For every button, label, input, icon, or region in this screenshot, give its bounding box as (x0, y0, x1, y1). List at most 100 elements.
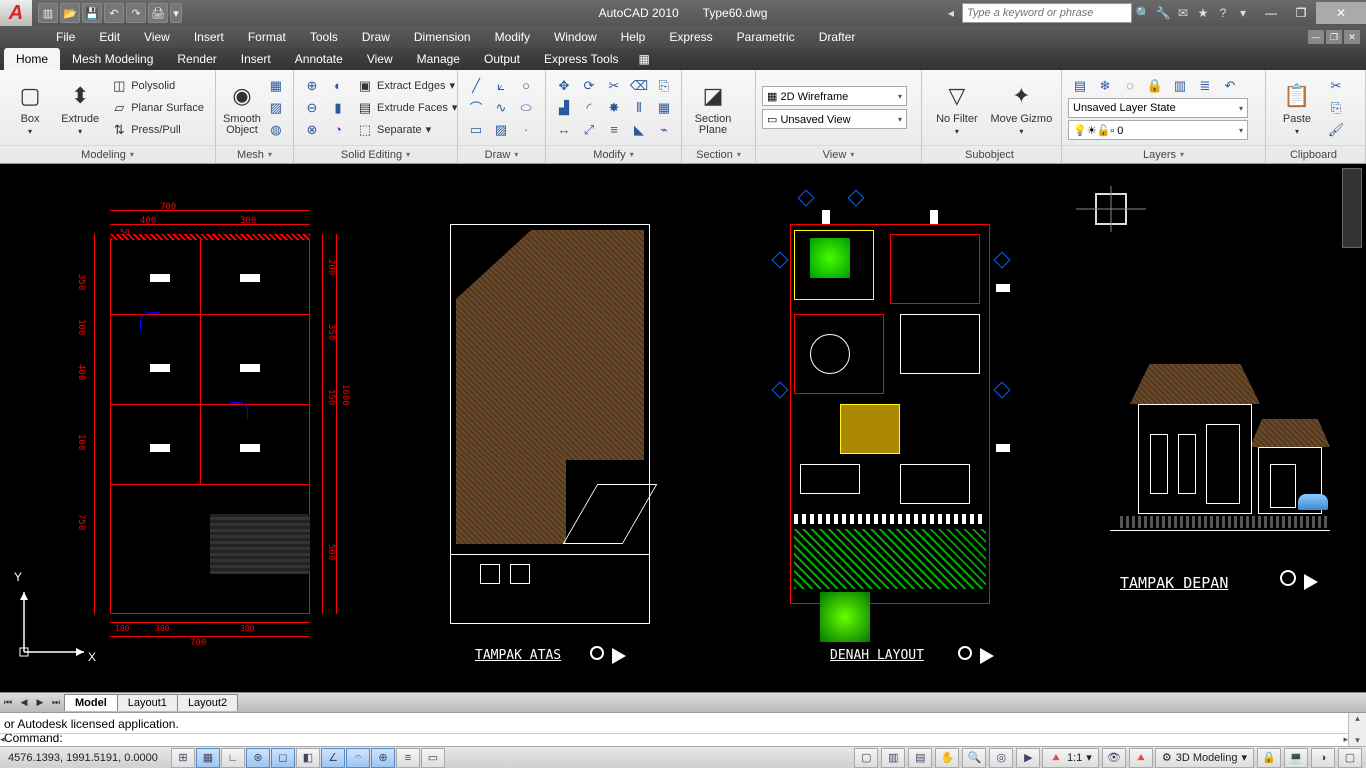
match-props-icon[interactable]: 🖌 (1324, 119, 1348, 140)
search-input[interactable] (962, 3, 1132, 23)
lwt-toggle[interactable]: ≡ (396, 748, 420, 768)
menu-draw[interactable]: Draw (350, 27, 402, 47)
zoom-icon[interactable]: 🔍 (962, 748, 986, 768)
menu-help[interactable]: Help (609, 27, 658, 47)
annotation-autoscale-icon[interactable]: 🔺 (1129, 748, 1153, 768)
menu-express[interactable]: Express (657, 27, 724, 47)
drawing-area[interactable]: 700 400 300 50 350 100 400 100 750 200 3… (0, 164, 1366, 692)
coordinates[interactable]: 4576.1393, 1991.5191, 0.0000 (0, 752, 170, 764)
infocenter-dropdown-icon[interactable]: ▾ (1234, 4, 1252, 22)
panel-clipboard[interactable]: Clipboard (1266, 145, 1365, 163)
menu-window[interactable]: Window (542, 27, 609, 47)
quick-view-drawings-icon[interactable]: ▤ (908, 748, 932, 768)
align-icon[interactable]: ≡ (602, 119, 626, 140)
separate-button[interactable]: ⬚Separate ▾ (352, 119, 462, 140)
box-button[interactable]: ▢Box▾ (6, 75, 54, 141)
union-icon[interactable]: ⊕ (300, 75, 324, 96)
toolbar-lock-icon[interactable]: 🔒 (1257, 748, 1281, 768)
clean-screen-icon[interactable]: ▢ (1338, 748, 1362, 768)
pan-icon[interactable]: ✋ (935, 748, 959, 768)
qat-undo-icon[interactable]: ↶ (104, 3, 124, 23)
break-icon[interactable]: ⌁ (652, 119, 676, 140)
showmotion-icon[interactable]: ▶ (1016, 748, 1040, 768)
tab-home[interactable]: Home (4, 48, 60, 70)
point-icon[interactable]: · (514, 119, 538, 140)
arc-icon[interactable]: ⌒ (464, 97, 488, 118)
thicken-icon[interactable]: ▮ (326, 97, 350, 118)
favorites-icon[interactable]: ★ (1194, 4, 1212, 22)
qat-redo-icon[interactable]: ↷ (126, 3, 146, 23)
mesh-more-icon[interactable]: ▦ (264, 75, 288, 96)
ortho-toggle[interactable]: ∟ (221, 748, 245, 768)
mesh-refine-icon[interactable]: ◍ (264, 119, 288, 140)
planar-surface-button[interactable]: ▱Planar Surface (106, 97, 209, 118)
panel-draw[interactable]: Draw (458, 145, 545, 163)
menu-tools[interactable]: Tools (298, 27, 350, 47)
subtract-icon[interactable]: ⊖ (300, 97, 324, 118)
explode-icon[interactable]: ✸ (602, 97, 626, 118)
layer-iso-icon[interactable]: ▥ (1168, 75, 1192, 96)
doc-minimize-button[interactable]: — (1308, 30, 1324, 44)
array-icon[interactable]: ▦ (652, 97, 676, 118)
qat-new-icon[interactable]: ▥ (38, 3, 58, 23)
menu-format[interactable]: Format (236, 27, 298, 47)
scale-icon[interactable]: ⤢ (577, 119, 601, 140)
visual-style-combo[interactable]: ▦ 2D Wireframe (762, 86, 907, 106)
section-plane-button[interactable]: ◪Section Plane (688, 75, 738, 141)
layer-off-icon[interactable]: ◌ (1118, 75, 1142, 96)
panel-subobject[interactable]: Subobject (922, 145, 1061, 163)
qat-open-icon[interactable]: 📂 (60, 3, 80, 23)
trim-icon[interactable]: ✂ (602, 75, 626, 96)
menu-insert[interactable]: Insert (182, 27, 236, 47)
saved-view-combo[interactable]: ▭ Unsaved View (762, 109, 907, 129)
osnap-toggle[interactable]: ◻ (271, 748, 295, 768)
polyline-icon[interactable]: ⟀ (489, 75, 513, 96)
tab-manage[interactable]: Manage (405, 48, 472, 70)
paste-button[interactable]: 📋Paste▾ (1272, 75, 1322, 141)
menu-view[interactable]: View (132, 27, 182, 47)
layer-match-icon[interactable]: ≣ (1193, 75, 1217, 96)
tab-mesh-modeling[interactable]: Mesh Modeling (60, 48, 165, 70)
panel-solid-editing[interactable]: Solid Editing (294, 145, 457, 163)
qat-print-icon[interactable]: 🖨 (148, 3, 168, 23)
workspace-switching[interactable]: ⚙3D Modeling▾ (1155, 748, 1254, 768)
chamfer-icon[interactable]: ◣ (627, 119, 651, 140)
isolate-objects-icon[interactable]: ◑ (1311, 748, 1335, 768)
tab-output[interactable]: Output (472, 48, 532, 70)
layer-freeze-icon[interactable]: ❄ (1093, 75, 1117, 96)
smooth-object-button[interactable]: ◉Smooth Object (222, 75, 262, 141)
copy-clip-icon[interactable]: ⎘ (1324, 97, 1348, 118)
cut-icon[interactable]: ✂ (1324, 75, 1348, 96)
qp-toggle[interactable]: ▭ (421, 748, 445, 768)
command-scrollbar[interactable]: ▴▾ (1348, 713, 1366, 746)
copy-icon[interactable]: ⎘ (652, 75, 676, 96)
move-icon[interactable]: ✥ (552, 75, 576, 96)
layout-prev-icon[interactable]: ◀ (16, 695, 32, 711)
minimize-button[interactable]: — (1256, 2, 1286, 24)
tab-layout2[interactable]: Layout2 (177, 694, 238, 711)
fillet-icon[interactable]: ◜ (577, 97, 601, 118)
no-filter-button[interactable]: ▽No Filter▾ (928, 75, 986, 141)
extract-edges-button[interactable]: ▣Extract Edges ▾ (352, 75, 462, 96)
otrack-toggle[interactable]: ∠ (321, 748, 345, 768)
layer-state-combo[interactable]: Unsaved Layer State (1068, 98, 1248, 118)
extrude-button[interactable]: ⬍Extrude▾ (56, 75, 104, 141)
doc-close-button[interactable]: ✕ (1344, 30, 1360, 44)
presspull-button[interactable]: ⇅Press/Pull (106, 119, 209, 140)
panel-layers[interactable]: Layers (1062, 145, 1265, 163)
dyn-toggle[interactable]: ⊕ (371, 748, 395, 768)
close-button[interactable]: ✕ (1316, 2, 1366, 24)
layer-current-combo[interactable]: 💡☀🔓▫ 0 (1068, 120, 1248, 140)
tab-express-tools[interactable]: Express Tools (532, 48, 630, 70)
grid-toggle[interactable]: ▦ (196, 748, 220, 768)
3dosnap-toggle[interactable]: ◧ (296, 748, 320, 768)
model-space-toggle[interactable]: ▢ (854, 748, 878, 768)
menu-edit[interactable]: Edit (87, 27, 132, 47)
menu-modify[interactable]: Modify (483, 27, 542, 47)
annotation-visibility-icon[interactable]: 👁 (1102, 748, 1126, 768)
move-gizmo-button[interactable]: ✦Move Gizmo▾ (988, 75, 1055, 141)
viewcube[interactable] (1076, 174, 1146, 244)
layer-lock-icon[interactable]: 🔒 (1143, 75, 1167, 96)
qat-save-icon[interactable]: 💾 (82, 3, 102, 23)
annotation-scale[interactable]: 🔺1:1▾ (1042, 748, 1099, 768)
